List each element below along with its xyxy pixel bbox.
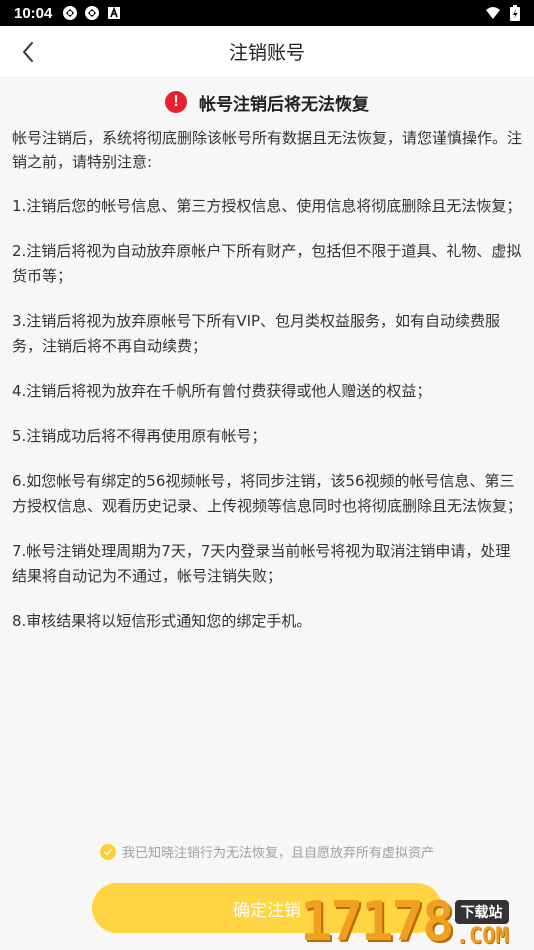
rule-item: 5.注销成功后将不得再使用原有帐号； xyxy=(12,427,267,445)
wifi-icon xyxy=(486,7,500,19)
rule-item: 2.注销后将视为自动放弃原帐户下所有财产，包括但不限于道具、礼物、虚拟货币等； xyxy=(12,242,522,285)
watermark-com: .COM xyxy=(455,924,509,949)
rule-item: 8.审核结果将以短信形式通知您的绑定手机。 xyxy=(12,612,312,630)
checkmark-icon[interactable] xyxy=(99,843,116,860)
warning-title: 帐号注销后将无法恢复 xyxy=(199,94,369,115)
intro-text: 帐号注销后，系统将彻底删除该帐号所有数据且无法恢复，请您谨慎操作。注销之前，请特… xyxy=(12,129,523,171)
page-title: 注销账号 xyxy=(228,42,305,64)
watermark-tag: 下载站 xyxy=(454,900,509,924)
status-left-icons xyxy=(62,5,122,21)
status-time: 10:04 xyxy=(14,4,53,22)
chevron-left-icon xyxy=(23,42,33,62)
status-right-icons xyxy=(484,4,520,22)
battery-icon xyxy=(510,5,520,21)
warning-banner: ! 帐号注销后将无法恢复 xyxy=(12,90,522,115)
rule-item: 6.如您帐号有绑定的56视频帐号，将同步注销，该56视频的帐号信息、第三方授权信… xyxy=(12,472,523,515)
rule-item: 7.帐号注销处理周期为7天，7天内登录当前帐号将视为取消注销申请，处理结果将自动… xyxy=(12,542,511,585)
rule-item: 3.注销后将视为放弃原帐号下所有VIP、包月类权益服务，如有自动续费服务，注销后… xyxy=(12,312,501,355)
confirm-cancel-account-button[interactable]: 确定注销 xyxy=(92,883,442,933)
sync-icon xyxy=(85,6,100,20)
watermark-right: 下载站 .COM xyxy=(454,900,509,950)
agreement-row[interactable]: 我已知晓注销行为无法恢复，且自愿放弃所有虚拟资产 xyxy=(0,842,534,861)
nav-bar: 注销账号 xyxy=(0,26,534,78)
a-box-icon xyxy=(108,6,121,19)
content: ! 帐号注销后将无法恢复 帐号注销后，系统将彻底删除该帐号所有数据且无法恢复，请… xyxy=(0,90,534,634)
rule-item: 4.注销后将视为放弃在千帆所有曾付费获得或他人赠送的权益； xyxy=(12,382,432,400)
agreement-text: 我已知晓注销行为无法恢复，且自愿放弃所有虚拟资产 xyxy=(121,846,434,861)
rule-item: 1.注销后您的帐号信息、第三方授权信息、使用信息将彻底删除且无法恢复； xyxy=(12,197,522,215)
alert-icon: ! xyxy=(165,91,187,113)
status-bar: 10:04 xyxy=(0,0,534,26)
sync-icon xyxy=(63,6,78,20)
back-button[interactable] xyxy=(12,36,44,68)
